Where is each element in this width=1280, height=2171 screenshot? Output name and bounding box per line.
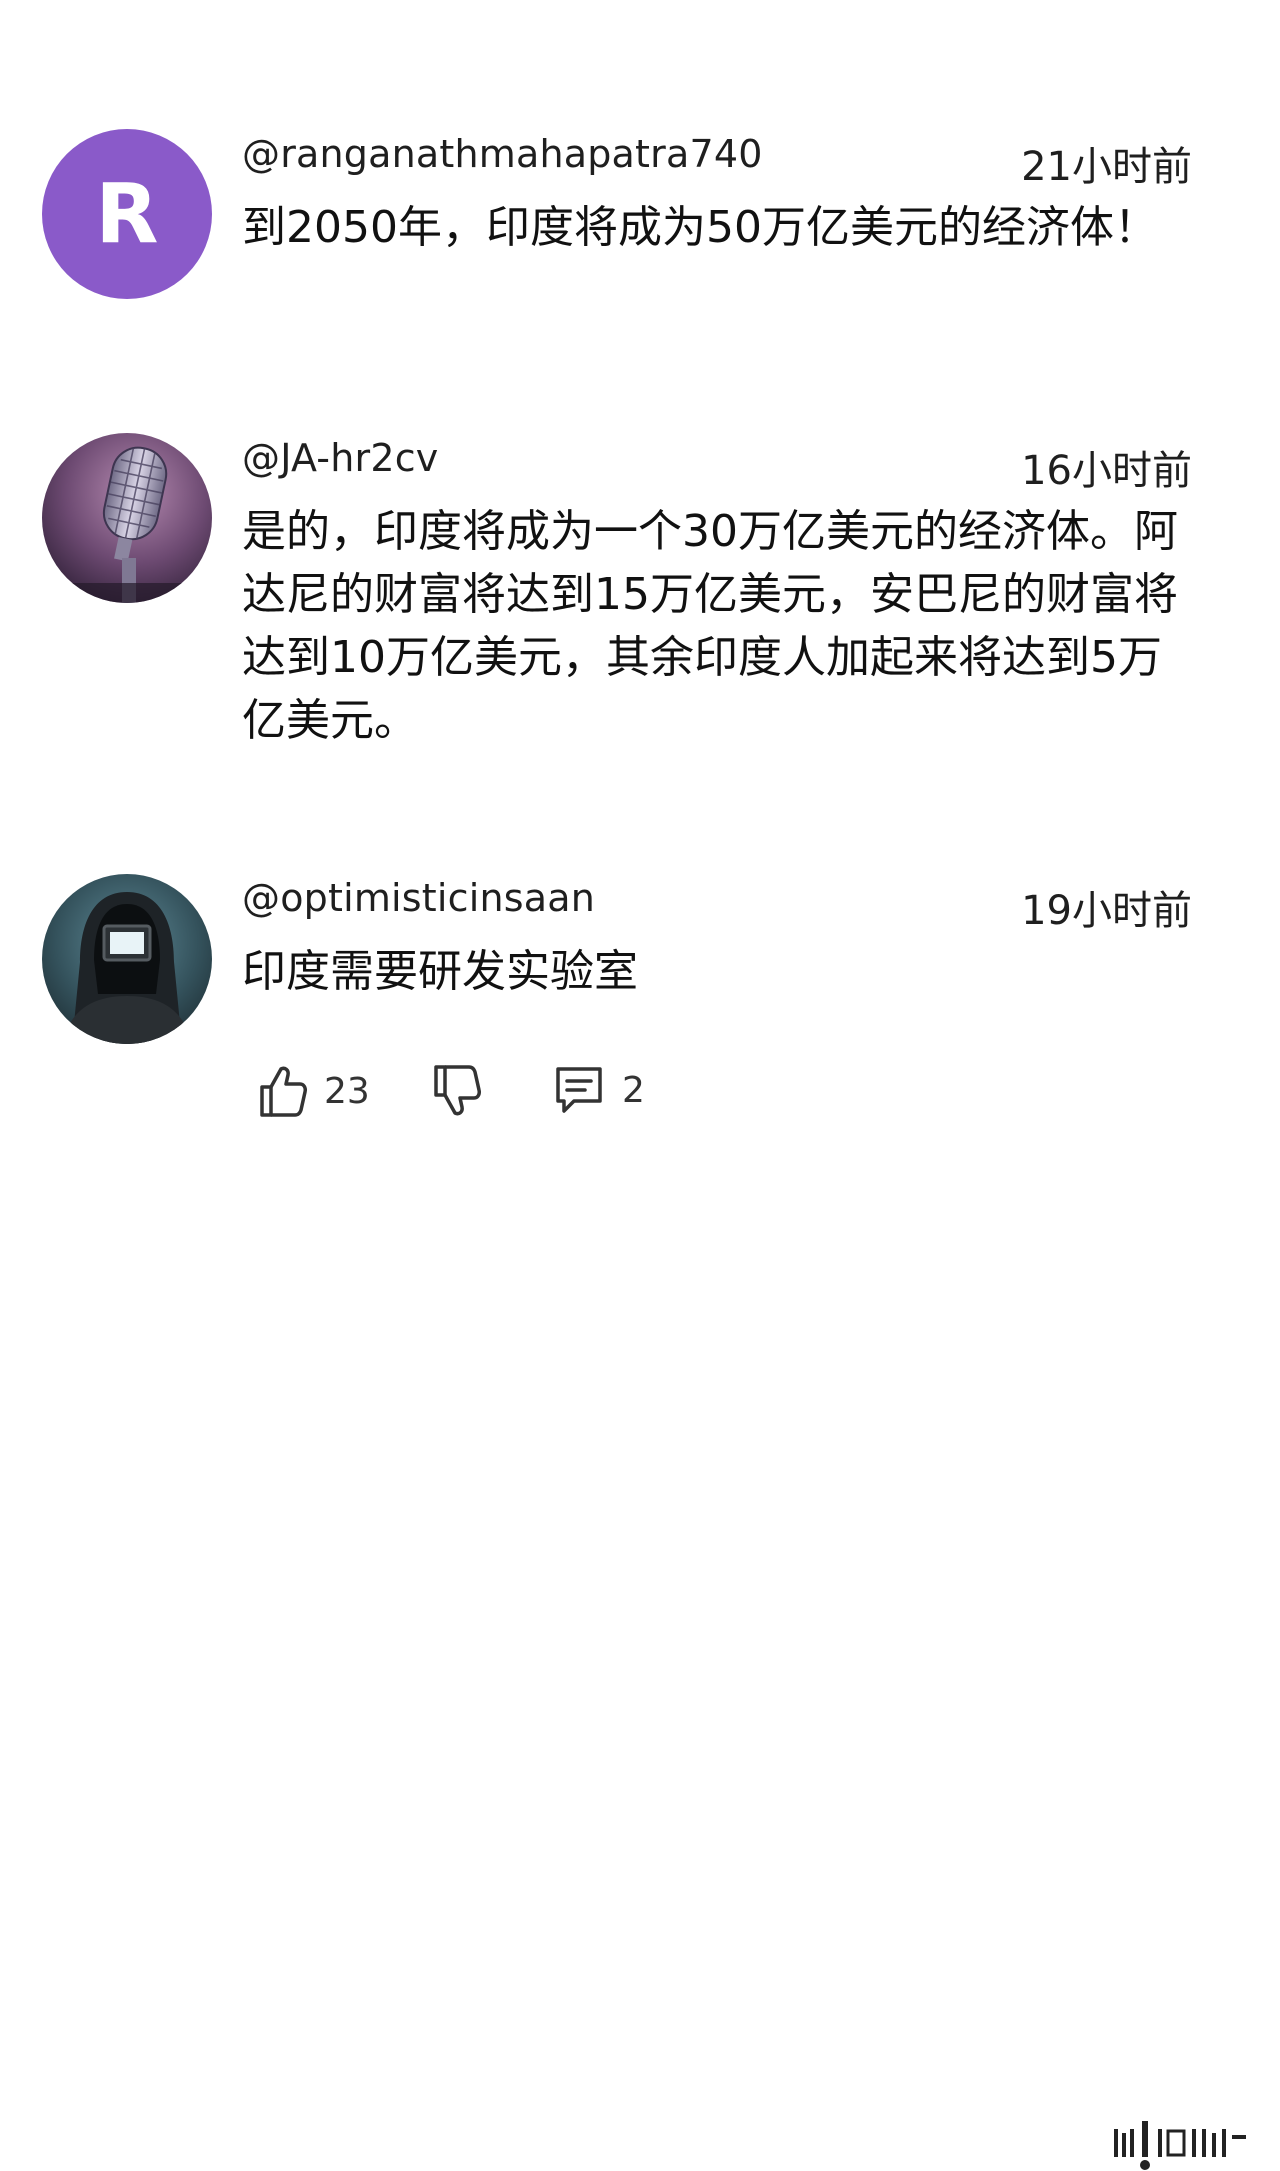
comment-actions: 23 2 — [0, 1055, 1280, 2170]
comment-text: 印度需要研发实验室 — [242, 946, 638, 997]
comment-icon — [556, 1067, 602, 1113]
avatar-letter: R — [95, 166, 159, 262]
like-button[interactable]: 23 — [256, 1063, 370, 1119]
dislike-button[interactable] — [430, 1063, 482, 1119]
avatar[interactable]: R — [42, 129, 212, 299]
microphone-avatar-icon — [42, 433, 212, 603]
hooded-figure-avatar-icon — [42, 874, 212, 1044]
comment-text: 到2050年，印度将成为50万亿美元的经济体！ — [242, 202, 1158, 253]
comment-author[interactable]: @optimisticinsaan — [242, 876, 595, 920]
avatar[interactable] — [42, 433, 212, 603]
reply-count: 2 — [622, 1069, 645, 1111]
reply-button[interactable]: 2 — [552, 1063, 645, 1117]
comment-time: 21小时前 — [1021, 144, 1192, 190]
like-count: 23 — [324, 1070, 370, 1112]
comment-time: 19小时前 — [1021, 888, 1192, 934]
thumbs-down-icon — [434, 1065, 481, 1116]
watermark-icon — [1112, 2117, 1252, 2171]
comment-author[interactable]: @JA-hr2cv — [242, 436, 438, 480]
comment-text: 是的，印度将成为一个30万亿美元的经济体。阿达尼的财富将达到15万亿美元，安巴尼… — [242, 506, 1178, 746]
thumbs-up-icon — [260, 1066, 307, 1117]
comment-time: 16小时前 — [1021, 448, 1192, 494]
avatar[interactable] — [42, 874, 212, 1044]
comment-author[interactable]: @ranganathmahapatra740 — [242, 132, 763, 176]
